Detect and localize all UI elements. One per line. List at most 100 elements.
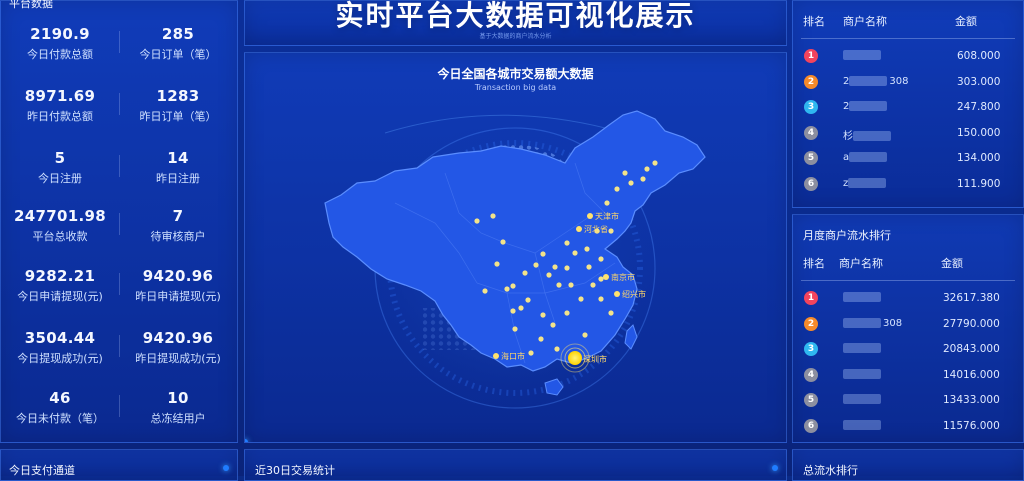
city-dot: [525, 297, 531, 303]
city-dot: [604, 200, 610, 206]
merchant-name: z: [843, 177, 888, 189]
city-dot: [528, 350, 534, 356]
city-dot: [556, 282, 562, 288]
merchant-name-redacted: [849, 101, 888, 111]
stat-1: 285 今日订单（笔）: [119, 25, 237, 62]
city-dot: [552, 264, 558, 270]
city-dot: [490, 213, 496, 219]
stat-label: 今日订单（笔）: [139, 48, 217, 61]
merchant-amount: 608.000: [957, 50, 1001, 62]
stat-label: 昨日申请提现(元): [135, 290, 221, 303]
stat-value: 9420.96: [142, 329, 214, 347]
rank-badge: 2: [804, 316, 818, 331]
stat-value: 247701.98: [14, 207, 106, 225]
stat-value: 8971.69: [24, 87, 96, 105]
stat-value: 3504.44: [24, 329, 96, 347]
merchant-amount: 11576.000: [943, 419, 1000, 432]
rank-top-panel: 排名 商户名称 金额 1 608.000 2 2 308 303.000 3 2 247.800…: [792, 0, 1024, 208]
rank_month-row[interactable]: 6 11576.000: [793, 413, 1023, 439]
rank_top-row[interactable]: 1 608.000: [793, 43, 1023, 69]
city-dot: [572, 250, 578, 256]
merchant-name-redacted: [843, 394, 881, 404]
stat-label: 今日申请提现(元): [17, 290, 103, 303]
city-label-shenzhen: 深圳市: [583, 354, 607, 364]
city-dot: [540, 312, 546, 318]
city-dot: [510, 283, 516, 289]
merchant-amount: 150.000: [957, 126, 1001, 139]
merchant-amount: 111.900: [957, 177, 1001, 190]
rank-top-col-amount: 金额: [955, 15, 977, 28]
rank_top-row[interactable]: 6 z 111.900: [793, 171, 1023, 197]
city-dot: [644, 166, 650, 172]
city-dot: [512, 326, 518, 332]
bottom-left-dot: [223, 465, 229, 471]
bottom-right-panel: 总流水排行: [792, 449, 1024, 481]
rank-month-header: 排名 商户名称 金额: [793, 255, 1023, 281]
china-map[interactable]: 天津市 河北省 南京市 绍兴市 海口市 深圳市: [245, 53, 786, 442]
rank-month-col-amount: 金额: [941, 257, 963, 270]
merchant-name-redacted: [853, 130, 891, 141]
merchant-amount: 303.000: [957, 75, 1001, 88]
merchant-amount: 13433.000: [943, 394, 1000, 406]
city-label-tianjin: 天津市: [595, 211, 619, 221]
city-dot: [494, 261, 500, 267]
city-dot: [598, 296, 604, 302]
rank-badge: 5: [804, 151, 818, 165]
page-header: 实时平台大数据可视化展示 基于大数据的商户流水分析: [244, 0, 787, 46]
stat-0: 2190.9 今日付款总额: [1, 25, 119, 62]
left-panel-title: 平台数据: [9, 0, 53, 10]
rank_top-row[interactable]: 2 2 308 303.000: [793, 69, 1023, 95]
china-map-panel: 今日全国各城市交易额大数据 Transaction big data 天津市 河…: [244, 52, 787, 443]
merchant-name-redacted: [849, 152, 888, 162]
rank-badge: 3: [804, 100, 818, 114]
merchant-name: 2 308: [843, 75, 908, 87]
city-dot: [564, 265, 570, 271]
stat-11: 9420.96 昨日提现成功(元): [119, 329, 237, 366]
city-dot: [578, 296, 584, 302]
stat-9: 9420.96 昨日申请提现(元): [119, 267, 237, 304]
stat-4: 5 今日注册: [1, 149, 119, 186]
bottom-mid-dot: [772, 465, 778, 471]
merchant-name: [843, 368, 883, 380]
rank_month-row[interactable]: 4 14016.000: [793, 362, 1023, 388]
rank_month-row[interactable]: 2 308 27790.000: [793, 311, 1023, 337]
rank-badge: 4: [804, 367, 818, 382]
city-dot: [533, 262, 539, 268]
rank_top-row[interactable]: 4 杉 150.000: [793, 120, 1023, 146]
stat-8: 9282.21 今日申请提现(元): [1, 267, 119, 304]
stat-label: 昨日订单（笔）: [139, 110, 217, 123]
city-dot: [582, 332, 588, 338]
stat-value: 7: [172, 207, 184, 225]
city-dot: [584, 246, 590, 252]
city-dot: [522, 270, 528, 276]
city-dot: [538, 336, 544, 342]
stat-7: 7 待审核商户: [119, 207, 237, 244]
city-dot: [598, 256, 604, 262]
city-dot: [640, 176, 646, 182]
city-dot: [564, 240, 570, 246]
merchant-name-redacted: [843, 368, 881, 379]
dashboard-root: 平台数据 2190.9 今日付款总额 285 今日订单（笔） 8971.69 昨日付款总额…: [0, 0, 1024, 481]
merchant-name: 杉: [843, 127, 893, 142]
rank_month-row[interactable]: 3 20843.000: [793, 336, 1023, 362]
stat-label: 昨日提现成功(元): [135, 352, 221, 365]
rank_top-row[interactable]: 5 a 134.000: [793, 145, 1023, 171]
stat-value: 5: [54, 149, 66, 167]
stat-5: 14 昨日注册: [119, 149, 237, 186]
city-dot: [482, 288, 488, 294]
rank_month-row[interactable]: 5 13433.000: [793, 387, 1023, 413]
city-dot: [568, 282, 574, 288]
stat-value: 9282.21: [24, 267, 96, 285]
rank-badge: 5: [804, 393, 818, 407]
rank_month-row[interactable]: 1 32617.380: [793, 285, 1023, 311]
merchant-amount: 247.800: [957, 101, 1001, 113]
city-label-haikou: 海口市: [501, 351, 525, 361]
stat-value: 285: [161, 25, 195, 43]
city-dot: [608, 228, 614, 234]
city-dot: [550, 322, 556, 328]
merchant-name-redacted: [849, 75, 888, 86]
rank_top-row[interactable]: 3 2 247.800: [793, 94, 1023, 120]
merchant-amount: 32617.380: [943, 292, 1000, 304]
stat-label: 待审核商户: [150, 230, 206, 243]
merchant-amount: 27790.000: [943, 317, 1000, 330]
